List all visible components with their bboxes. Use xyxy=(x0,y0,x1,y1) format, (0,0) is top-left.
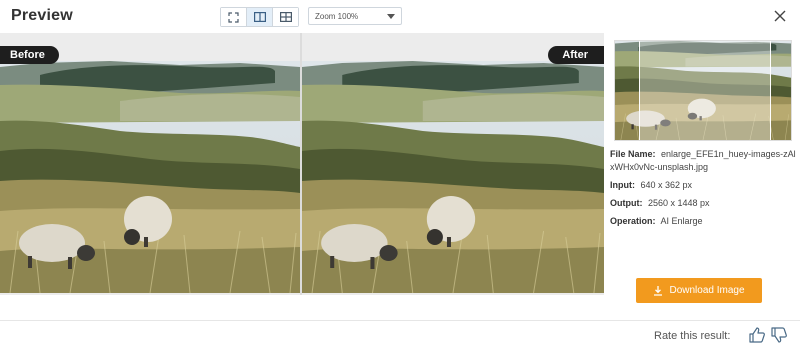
close-icon[interactable] xyxy=(773,9,787,23)
after-image-panel[interactable]: After xyxy=(302,33,604,295)
side-by-side-view-button[interactable] xyxy=(273,8,298,26)
download-image-button[interactable]: Download Image xyxy=(636,278,762,303)
download-label: Download Image xyxy=(669,285,745,296)
operation-key: Operation: xyxy=(610,216,656,226)
navigator-viewport[interactable] xyxy=(639,41,771,140)
page-title: Preview xyxy=(11,7,73,24)
before-image xyxy=(0,61,300,293)
preview-header: Preview Zoom 100% xyxy=(0,0,800,33)
output-key: Output: xyxy=(610,198,643,208)
file-info: File Name: enlarge_EFE1n_huey-images-zAl… xyxy=(610,148,796,233)
operation-row: Operation: AI Enlarge xyxy=(610,215,796,228)
split-view-button[interactable] xyxy=(247,8,273,26)
input-row: Input: 640 x 362 px xyxy=(610,179,796,192)
side-by-side-icon xyxy=(279,12,292,22)
rate-label: Rate this result: xyxy=(654,330,731,342)
view-mode-group xyxy=(220,7,299,27)
file-name-row: File Name: enlarge_EFE1n_huey-images-zAl… xyxy=(610,148,796,174)
output-row: Output: 2560 x 1448 px xyxy=(610,197,796,210)
fullscreen-view-button[interactable] xyxy=(221,8,247,26)
fullscreen-icon xyxy=(228,11,239,23)
split-view-icon xyxy=(253,12,266,22)
input-value: 640 x 362 px xyxy=(640,180,693,190)
chevron-down-icon xyxy=(387,14,395,19)
info-sidebar: File Name: enlarge_EFE1n_huey-images-zAl… xyxy=(604,33,800,303)
before-label: Before xyxy=(0,46,59,64)
thumbs-up-icon[interactable] xyxy=(748,326,766,344)
download-icon xyxy=(654,285,663,296)
thumbs-down-icon[interactable] xyxy=(770,326,788,344)
after-image xyxy=(302,61,604,293)
operation-value: AI Enlarge xyxy=(660,216,703,226)
navigator-thumbnail[interactable] xyxy=(614,40,792,141)
input-key: Input: xyxy=(610,180,635,190)
after-label: After xyxy=(548,46,604,64)
before-image-panel[interactable]: Before xyxy=(0,33,300,295)
zoom-select[interactable]: Zoom 100% xyxy=(308,7,402,25)
file-name-key: File Name: xyxy=(610,149,656,159)
zoom-value: Zoom 100% xyxy=(315,12,359,21)
rating-footer: Rate this result: xyxy=(0,320,800,350)
output-value: 2560 x 1448 px xyxy=(648,198,710,208)
